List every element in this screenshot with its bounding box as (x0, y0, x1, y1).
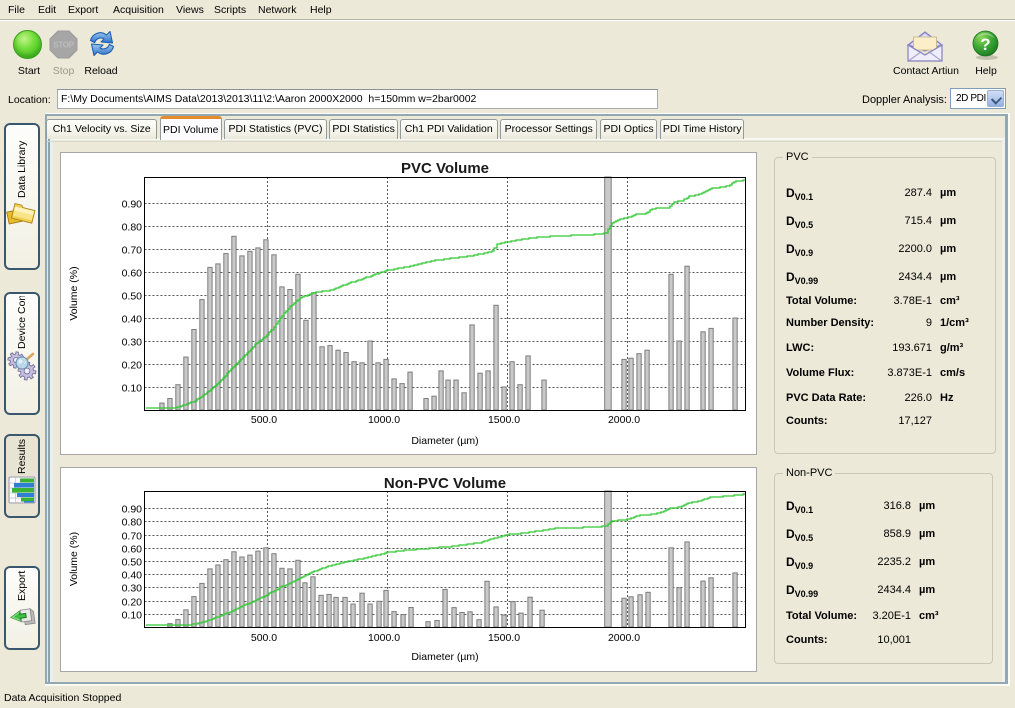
svg-text:0.40: 0.40 (122, 570, 143, 582)
svg-text:0.60: 0.60 (122, 268, 143, 280)
svg-text:0.20: 0.20 (122, 597, 143, 609)
svg-text:1500.0: 1500.0 (488, 414, 520, 426)
svg-text:Non-PVC Volume: Non-PVC Volume (384, 475, 506, 492)
svg-text:0.90: 0.90 (122, 199, 143, 211)
svg-text:0.50: 0.50 (122, 557, 143, 569)
svg-text:0.40: 0.40 (122, 314, 143, 326)
svg-text:?: ? (980, 35, 990, 54)
svg-text:2000.0: 2000.0 (608, 632, 640, 644)
svg-text:0.30: 0.30 (122, 583, 143, 595)
svg-text:1000.0: 1000.0 (368, 414, 400, 426)
svg-text:1500.0: 1500.0 (488, 632, 520, 644)
svg-text:Diameter (µm): Diameter (µm) (411, 435, 478, 447)
svg-text:2000.0: 2000.0 (608, 414, 640, 426)
svg-text:0.30: 0.30 (122, 337, 143, 349)
svg-text:1000.0: 1000.0 (368, 632, 400, 644)
svg-text:0.70: 0.70 (122, 531, 143, 543)
svg-text:0.20: 0.20 (122, 360, 143, 372)
svg-text:Diameter (µm): Diameter (µm) (411, 651, 478, 663)
svg-text:0.80: 0.80 (122, 222, 143, 234)
svg-text:0.90: 0.90 (122, 504, 143, 516)
svg-text:500.0: 500.0 (251, 414, 277, 426)
svg-text:0.10: 0.10 (122, 610, 143, 622)
svg-text:Volume (%): Volume (%) (68, 266, 80, 320)
svg-text:0.70: 0.70 (122, 245, 143, 257)
svg-text:500.0: 500.0 (251, 632, 277, 644)
svg-text:0.50: 0.50 (122, 291, 143, 303)
svg-text:STOP: STOP (53, 41, 74, 50)
svg-text:Volume (%): Volume (%) (68, 532, 80, 586)
svg-text:0.60: 0.60 (122, 544, 143, 556)
svg-text:PVC Volume: PVC Volume (401, 160, 489, 177)
svg-text:0.80: 0.80 (122, 517, 143, 529)
svg-text:0.10: 0.10 (122, 383, 143, 395)
